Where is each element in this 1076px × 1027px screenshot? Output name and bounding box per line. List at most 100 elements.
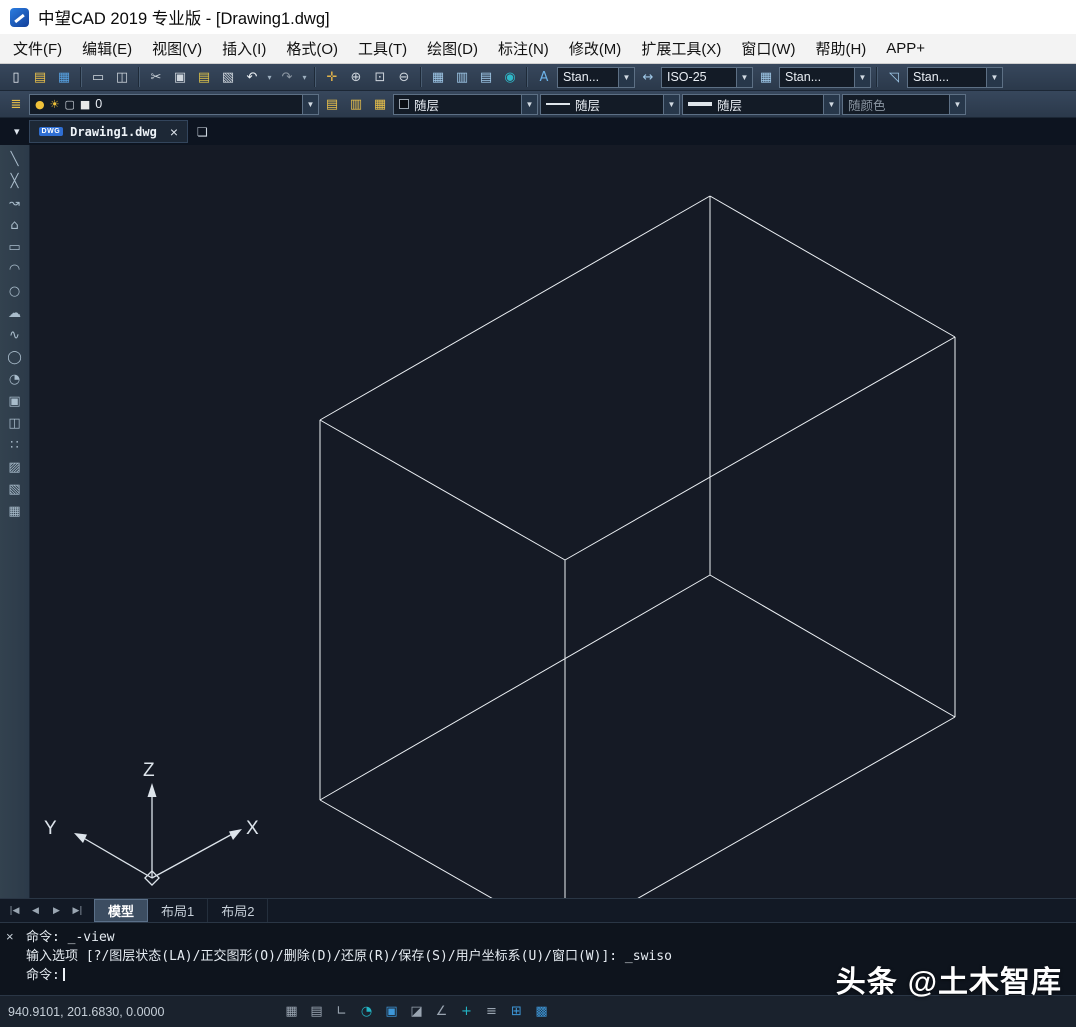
point-icon[interactable]: ∷ xyxy=(3,435,27,456)
redo-dropdown-icon[interactable]: ▾ xyxy=(300,73,309,82)
layout-tab-model[interactable]: 模型 xyxy=(94,899,149,922)
line-icon[interactable]: ╲ xyxy=(3,149,27,170)
drawing-canvas[interactable]: Z X Y xyxy=(30,145,1076,898)
zoom-previous-icon[interactable]: ⊖ xyxy=(393,66,415,88)
chevron-down-icon[interactable]: ▼ xyxy=(986,67,1002,87)
lineweight-combo[interactable]: 随层 ▼ xyxy=(682,93,840,115)
chevron-down-icon[interactable]: ▼ xyxy=(618,67,634,87)
text-style-combo[interactable]: Stan... ▼ xyxy=(557,66,635,88)
layer-combo[interactable]: ● ☀ ▢ ■ 0 ▼ xyxy=(29,93,319,115)
close-icon[interactable]: × xyxy=(6,929,14,944)
menu-item-express[interactable]: 扩展工具(X) xyxy=(631,34,731,63)
menu-item-dimension[interactable]: 标注(N) xyxy=(488,34,559,63)
spline-icon[interactable]: ∿ xyxy=(3,325,27,346)
quick-properties-icon[interactable]: ⊞ xyxy=(505,1002,528,1022)
menu-item-help[interactable]: 帮助(H) xyxy=(805,34,876,63)
match-properties-icon[interactable]: ▧ xyxy=(217,66,239,88)
dim-style-icon[interactable]: ↔ xyxy=(637,66,659,88)
color-combo[interactable]: 随层 ▼ xyxy=(393,93,538,115)
menu-item-edit[interactable]: 编辑(E) xyxy=(72,34,142,63)
layer-isolate-icon[interactable]: ▦ xyxy=(369,93,391,115)
document-tab-drawing1[interactable]: DWG Drawing1.dwg × xyxy=(28,120,189,143)
viewport-panel-icon[interactable]: ▦ xyxy=(427,66,449,88)
redo-icon[interactable]: ↷ xyxy=(276,66,298,88)
undo-icon[interactable]: ↶ xyxy=(241,66,263,88)
cut-icon[interactable]: ✂ xyxy=(145,66,167,88)
print-icon[interactable]: ▭ xyxy=(87,66,109,88)
model-paper-toggle-icon[interactable]: ▩ xyxy=(530,1002,553,1022)
layout-tab-layout1[interactable]: 布局1 xyxy=(148,899,209,922)
copy-icon[interactable]: ▣ xyxy=(169,66,191,88)
chevron-down-icon[interactable]: ▼ xyxy=(736,67,752,87)
plotstyle-combo[interactable]: 随颜色 ▼ xyxy=(842,93,966,115)
text-style-icon[interactable]: A xyxy=(533,66,555,88)
dim-style-combo[interactable]: ISO-25 ▼ xyxy=(661,66,753,88)
last-tab-button[interactable]: ▶| xyxy=(67,899,88,922)
ellipse-arc-icon[interactable]: ◔ xyxy=(3,369,27,390)
table-style-icon[interactable]: ▦ xyxy=(755,66,777,88)
menu-item-view[interactable]: 视图(V) xyxy=(142,34,212,63)
menu-item-draw[interactable]: 绘图(D) xyxy=(417,34,488,63)
zoom-window-icon[interactable]: ⊡ xyxy=(369,66,391,88)
next-tab-button[interactable]: ▶ xyxy=(46,899,67,922)
arc-icon[interactable]: ◠ xyxy=(3,259,27,280)
table-panel-icon[interactable]: ▥ xyxy=(451,66,473,88)
pan-icon[interactable]: ✛ xyxy=(321,66,343,88)
layer-properties-icon[interactable]: ≣ xyxy=(5,93,27,115)
layer-previous-icon[interactable]: ▤ xyxy=(321,93,343,115)
previous-tab-button[interactable]: ◀ xyxy=(25,899,46,922)
menu-item-app[interactable]: APP+ xyxy=(876,34,935,63)
gradient-icon[interactable]: ▧ xyxy=(3,479,27,500)
chevron-down-icon[interactable]: ▼ xyxy=(949,94,965,114)
menu-item-window[interactable]: 窗口(W) xyxy=(731,34,805,63)
chevron-down-icon[interactable]: ▼ xyxy=(823,94,839,114)
menu-item-file[interactable]: 文件(F) xyxy=(3,34,72,63)
open-icon[interactable]: ▤ xyxy=(29,66,51,88)
object-snap-icon[interactable]: ▣ xyxy=(380,1002,403,1022)
zoom-realtime-icon[interactable]: ⊕ xyxy=(345,66,367,88)
make-block-icon[interactable]: ◫ xyxy=(3,413,27,434)
save-icon[interactable]: ▦ xyxy=(53,66,75,88)
chevron-down-icon[interactable]: ▼ xyxy=(663,94,679,114)
menu-item-insert[interactable]: 插入(I) xyxy=(212,34,276,63)
new-icon[interactable]: ▯ xyxy=(5,66,27,88)
menu-item-format[interactable]: 格式(O) xyxy=(276,34,348,63)
circle-icon[interactable]: ○ xyxy=(3,281,27,302)
hatch-icon[interactable]: ▨ xyxy=(3,457,27,478)
ducs-icon[interactable]: ∠ xyxy=(430,1002,453,1022)
revision-cloud-icon[interactable]: ☁ xyxy=(3,303,27,324)
table-style-combo[interactable]: Stan... ▼ xyxy=(779,66,871,88)
construction-line-icon[interactable]: ╳ xyxy=(3,171,27,192)
tab-list-icon[interactable]: ▾ xyxy=(14,125,20,138)
polyline-icon[interactable]: ↝ xyxy=(3,193,27,214)
ortho-icon[interactable]: ∟ xyxy=(330,1002,353,1022)
print-preview-icon[interactable]: ◫ xyxy=(111,66,133,88)
polygon-icon[interactable]: ⌂ xyxy=(3,215,27,236)
chevron-down-icon[interactable]: ▼ xyxy=(302,94,318,114)
undo-dropdown-icon[interactable]: ▾ xyxy=(265,73,274,82)
chevron-down-icon[interactable]: ▼ xyxy=(854,67,870,87)
menu-item-tools[interactable]: 工具(T) xyxy=(348,34,417,63)
sheet-set-icon[interactable]: ▤ xyxy=(475,66,497,88)
render-icon[interactable]: ◉ xyxy=(499,66,521,88)
polar-tracking-icon[interactable]: ◔ xyxy=(355,1002,378,1022)
snap-icon[interactable]: ▤ xyxy=(305,1002,328,1022)
rectangle-icon[interactable]: ▭ xyxy=(3,237,27,258)
menu-item-modify[interactable]: 修改(M) xyxy=(559,34,632,63)
layer-states-icon[interactable]: ▥ xyxy=(345,93,367,115)
paste-icon[interactable]: ▤ xyxy=(193,66,215,88)
chevron-down-icon[interactable]: ▼ xyxy=(521,94,537,114)
table-icon[interactable]: ▦ xyxy=(3,501,27,522)
layout-tab-layout2[interactable]: 布局2 xyxy=(208,899,269,922)
linetype-combo[interactable]: 随层 ▼ xyxy=(540,93,680,115)
ellipse-icon[interactable]: ◯ xyxy=(3,347,27,368)
dynamic-input-icon[interactable]: + xyxy=(455,1002,478,1022)
lineweight-display-icon[interactable]: ≡ xyxy=(480,1002,503,1022)
insert-block-icon[interactable]: ▣ xyxy=(3,391,27,412)
close-icon[interactable]: × xyxy=(170,124,178,140)
first-tab-button[interactable]: |◀ xyxy=(4,899,25,922)
mleader-style-combo[interactable]: Stan... ▼ xyxy=(907,66,1003,88)
new-tab-icon[interactable]: ❏ xyxy=(197,125,208,139)
mleader-style-icon[interactable]: ◹ xyxy=(883,66,905,88)
grid-display-icon[interactable]: ▦ xyxy=(280,1002,303,1022)
